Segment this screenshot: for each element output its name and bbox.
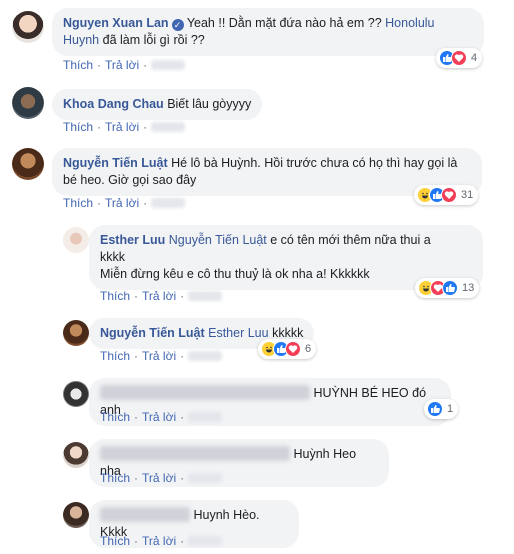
comment-actions: Thích · Trả lời · (63, 120, 186, 134)
reply-link[interactable]: Trả lời (142, 289, 176, 303)
avatar[interactable] (63, 381, 89, 407)
avatar[interactable] (63, 502, 89, 528)
like-link[interactable]: Thích (100, 410, 130, 424)
timestamp[interactable] (188, 351, 223, 361)
timestamp[interactable] (151, 60, 186, 70)
comment-text: Yeah !! Dằn mặt đứa nào hả em ?? (186, 16, 386, 30)
redacted-name (100, 385, 310, 400)
reaction-count: 31 (461, 189, 474, 201)
reply-link[interactable]: Trả lời (105, 58, 139, 72)
timestamp[interactable] (188, 536, 223, 546)
comment-text: Miễn đừng kêu e cô thu thuỷ là ok nha a!… (100, 267, 370, 281)
reaction-count: 4 (471, 52, 478, 64)
like-link[interactable]: Thích (63, 196, 93, 210)
redacted-name (100, 507, 190, 522)
mention-link[interactable]: Esther Luu (208, 326, 268, 340)
like-reaction-icon (442, 280, 458, 296)
avatar[interactable] (63, 320, 89, 346)
avatar[interactable] (12, 87, 44, 119)
comment-actions: Thích · Trả lời · (100, 410, 223, 424)
mention-link[interactable]: Nguyễn Tiến Luật (169, 233, 267, 247)
reply-link[interactable]: Trả lời (105, 120, 139, 134)
redacted-name (100, 446, 290, 461)
comment-text: kkkkk (268, 326, 304, 340)
timestamp[interactable] (188, 291, 223, 301)
comment-author[interactable]: Nguyễn Tiến Luật (100, 326, 205, 340)
avatar[interactable] (12, 11, 44, 43)
love-reaction-icon (441, 187, 457, 203)
comment-text: e có tên mới thêm nữa thui a (266, 233, 431, 247)
comment-author[interactable]: Khoa Dang Chau (63, 97, 164, 111)
comment-text: Biết lâu gòyyyy (167, 97, 252, 111)
like-link[interactable]: Thích (100, 534, 130, 548)
comment-author[interactable]: Nguyen Xuan Lan (63, 16, 169, 30)
reply-link[interactable]: Trả lời (142, 349, 176, 363)
like-link[interactable]: Thích (100, 471, 130, 485)
timestamp[interactable] (151, 198, 186, 208)
love-reaction-icon (285, 341, 301, 357)
timestamp[interactable] (151, 122, 186, 132)
avatar[interactable] (63, 442, 89, 468)
timestamp[interactable] (188, 473, 223, 483)
comment-actions: Thích · Trả lời · (63, 58, 186, 72)
comment-actions: Thích · Trả lời · (100, 534, 223, 548)
like-reaction-icon (427, 401, 443, 417)
reply-link[interactable]: Trả lời (142, 534, 176, 548)
reaction-summary[interactable]: 13 (415, 278, 480, 298)
reaction-count: 6 (305, 343, 312, 355)
reply-link[interactable]: Trả lời (142, 471, 176, 485)
reaction-summary[interactable]: 6 (258, 339, 317, 359)
comment-text: đã làm lỗi gì rồi ?? (99, 33, 205, 47)
comment-actions: Thích · Trả lời · (63, 196, 186, 210)
love-reaction-icon (451, 50, 467, 66)
reaction-summary[interactable]: 1 (424, 399, 459, 419)
reply-link[interactable]: Trả lời (142, 410, 176, 424)
avatar[interactable] (12, 148, 44, 180)
like-link[interactable]: Thích (63, 58, 93, 72)
comment-actions: Thích · Trả lời · (100, 349, 223, 363)
reaction-count: 1 (447, 403, 454, 415)
comment-text: kkkk (100, 250, 125, 264)
comment-author[interactable]: Nguyễn Tiến Luật (63, 156, 168, 170)
comment-actions: Thích · Trả lời · (100, 289, 223, 303)
timestamp[interactable] (188, 412, 223, 422)
reaction-count: 13 (462, 282, 475, 294)
like-link[interactable]: Thích (100, 289, 130, 303)
reaction-summary[interactable]: 31 (414, 185, 479, 205)
comment-bubble: Khoa Dang Chau Biết lâu gòyyyy (52, 89, 263, 120)
like-link[interactable]: Thích (63, 120, 93, 134)
comment-bubble: Nguyen Xuan Lan ✓ Yeah !! Dằn mặt đứa nào… (52, 8, 484, 56)
reaction-summary[interactable]: 4 (436, 48, 483, 68)
avatar[interactable] (63, 227, 89, 253)
like-link[interactable]: Thích (100, 349, 130, 363)
comment-actions: Thích · Trả lời · (100, 471, 223, 485)
verified-badge-icon: ✓ (171, 19, 184, 31)
reply-link[interactable]: Trả lời (105, 196, 139, 210)
comment-author[interactable]: Esther Luu (100, 233, 165, 247)
